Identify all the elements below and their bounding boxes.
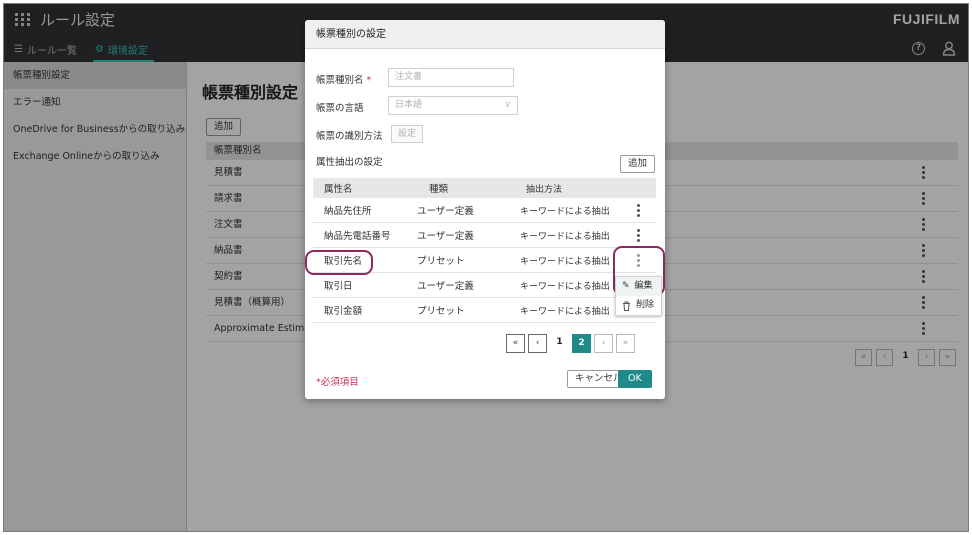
language-label: 帳票の言語 xyxy=(316,103,364,114)
col-method: 抽出方法 xyxy=(526,184,563,195)
table-row[interactable]: 取引金額 プリセット キーワードによる抽出 xyxy=(313,298,656,323)
attribute-table-header: 属性名 種類 抽出方法 xyxy=(313,178,656,198)
add-attribute-button[interactable]: 追加 xyxy=(620,155,656,173)
dialog-pagination: « ‹ 1 2 › » xyxy=(506,334,635,353)
attr-type: ユーザー定義 xyxy=(417,281,474,292)
attr-method: キーワードによる抽出 xyxy=(520,231,610,242)
attr-type: ユーザー定義 xyxy=(417,231,474,242)
form-type-name-label: 帳票種別名 * xyxy=(316,72,371,86)
first-page-button[interactable]: « xyxy=(506,334,525,353)
attr-method: キーワードによる抽出 xyxy=(520,206,610,217)
language-value: 日本語 xyxy=(395,100,423,110)
attr-name: 取引日 xyxy=(324,281,353,292)
row-context-menu: ✎ 編集 削除 xyxy=(615,276,662,316)
attr-method: キーワードによる抽出 xyxy=(520,256,610,267)
label-text: 帳票種別名 xyxy=(316,75,364,86)
col-attr-name: 属性名 xyxy=(324,184,353,195)
attr-method: キーワードによる抽出 xyxy=(520,281,610,292)
attr-type: ユーザー定義 xyxy=(417,206,474,217)
attr-type: プリセット xyxy=(417,306,465,317)
table-row[interactable]: 取引日 ユーザー定義 キーワードによる抽出 xyxy=(313,273,656,298)
ok-button[interactable]: OK xyxy=(618,370,652,388)
prev-page-button[interactable]: ‹ xyxy=(528,334,547,353)
more-icon[interactable] xyxy=(636,229,640,243)
more-icon[interactable] xyxy=(636,204,640,218)
pencil-icon: ✎ xyxy=(622,281,630,291)
required-note-text: *必須項目 xyxy=(316,377,359,388)
attr-name: 納品先電話番号 xyxy=(324,231,391,242)
menu-item-delete[interactable]: 削除 xyxy=(616,296,661,315)
required-mark: * xyxy=(366,75,372,86)
attr-name: 取引金額 xyxy=(324,306,363,317)
col-type: 種類 xyxy=(429,184,449,195)
form-type-settings-dialog: 帳票種別の設定 帳票種別名 * 注文書 帳票の言語 日本語 ∨ 帳票の識別方法 … xyxy=(305,20,665,399)
page-1-button[interactable]: 1 xyxy=(550,334,569,353)
highlight-attribute-name xyxy=(305,250,373,275)
attr-name: 納品先住所 xyxy=(324,206,372,217)
menu-label: 編集 xyxy=(634,281,653,291)
form-type-name-input[interactable]: 注文書 xyxy=(388,68,514,87)
menu-item-edit[interactable]: ✎ 編集 xyxy=(616,277,661,296)
table-row[interactable]: 納品先住所 ユーザー定義 キーワードによる抽出 xyxy=(313,198,656,223)
chevron-down-icon: ∨ xyxy=(504,100,511,110)
trash-icon xyxy=(623,301,630,311)
next-page-button[interactable]: › xyxy=(594,334,613,353)
required-note: *必須項目 xyxy=(316,374,359,388)
page-2-button[interactable]: 2 xyxy=(572,334,591,353)
attr-type: プリセット xyxy=(417,256,465,267)
attr-section-label: 属性抽出の設定 xyxy=(316,157,383,168)
dialog-title: 帳票種別の設定 xyxy=(305,20,665,49)
table-row[interactable]: 納品先電話番号 ユーザー定義 キーワードによる抽出 xyxy=(313,223,656,248)
last-page-button[interactable]: » xyxy=(616,334,635,353)
menu-label: 削除 xyxy=(636,300,655,310)
attr-method: キーワードによる抽出 xyxy=(520,306,610,317)
language-select[interactable]: 日本語 ∨ xyxy=(388,96,518,115)
identify-method-label: 帳票の識別方法 xyxy=(316,131,383,142)
identify-settings-button[interactable]: 設定 xyxy=(391,125,424,143)
